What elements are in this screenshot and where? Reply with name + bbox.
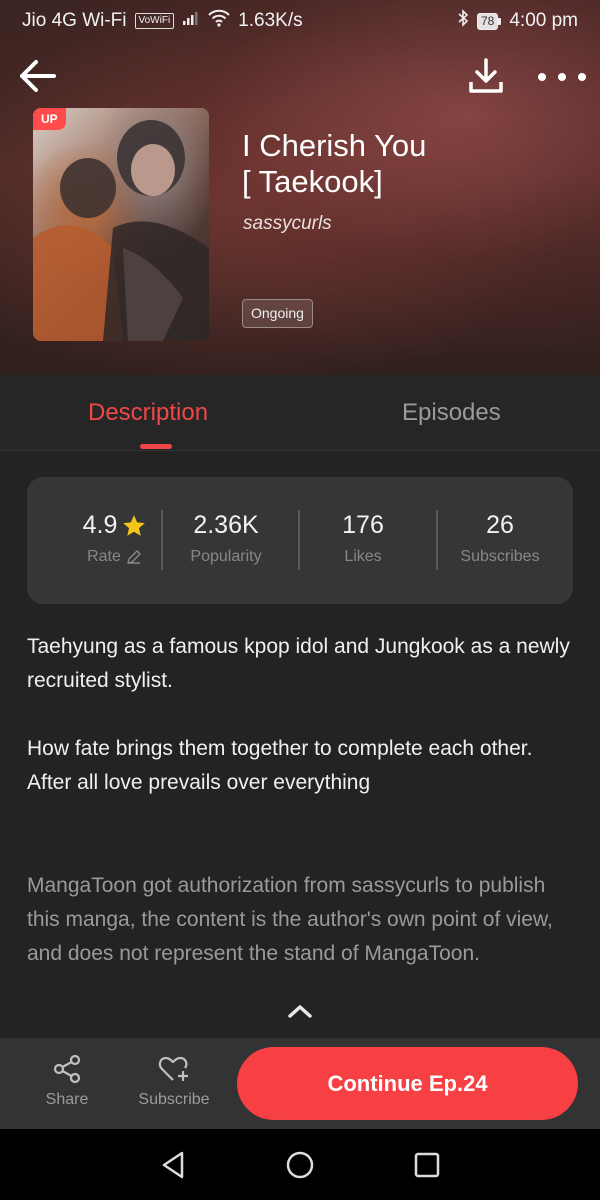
description-paragraph: Taehyung as a famous kpop idol and Jungk… [27,635,570,692]
description-paragraph: How fate brings them together to complet… [27,737,533,760]
star-icon [123,514,146,536]
update-badge: UP [33,108,66,130]
tab-episodes[interactable]: Episodes [402,399,501,427]
triangle-back-icon [162,1151,184,1179]
top-bar [0,52,600,102]
vowifi-badge: VoWiFi [134,13,175,29]
more-dot-icon [578,73,586,81]
stat-popularity: 2.36K Popularity [158,511,294,566]
status-bar: Jio 4G Wi-Fi VoWiFi 1.63K/s 78 4:00 pm [0,0,600,42]
back-button[interactable] [18,54,58,98]
nav-recents-button[interactable] [407,1147,447,1183]
subscribe-label: Subscribe [138,1091,210,1108]
share-button[interactable]: Share [34,1053,100,1109]
system-nav-bar [0,1129,600,1200]
more-dot-icon [538,73,546,81]
authorization-disclaimer: MangaToon got authorization from sassycu… [27,874,553,965]
square-recents-icon [414,1152,440,1178]
carrier-label: Jio 4G Wi-Fi [22,10,127,31]
popularity-value: 2.36K [193,511,259,539]
likes-value: 176 [342,511,384,539]
circle-home-icon [286,1151,314,1179]
status-left: Jio 4G Wi-Fi VoWiFi 1.63K/s [22,9,303,33]
battery-level: 78 [476,12,499,30]
signal-icon [182,10,200,32]
author-name[interactable]: sassycurls [243,213,332,235]
more-dot-icon [558,73,566,81]
stat-likes: 176 Likes [295,511,431,566]
network-speed: 1.63K/s [238,10,303,31]
rate-value: 4.9 [82,511,118,539]
book-title: I Cherish You [ Taekook] [242,128,572,200]
active-tab-indicator [140,444,172,449]
book-title-line1: I Cherish You [242,128,427,163]
share-label: Share [45,1091,89,1108]
edit-pencil-icon[interactable] [125,548,143,566]
battery-icon: 78 [476,12,502,30]
popularity-label: Popularity [190,548,262,565]
wifi-icon [208,9,230,33]
download-icon [469,58,503,93]
stat-subscribes: 26 Subscribes [432,511,568,566]
tab-bar: Description Episodes [0,375,600,451]
continue-reading-button[interactable]: Continue Ep.24 [237,1047,578,1120]
nav-home-button[interactable] [280,1147,320,1183]
chevron-up-icon [288,1005,312,1018]
cover-image[interactable] [33,108,209,341]
description-text: Taehyung as a famous kpop idol and Jungk… [27,630,577,800]
rate-label: Rate [87,548,121,565]
status-right: 78 4:00 pm [457,9,578,33]
subscribes-label: Subscribes [460,548,540,565]
tab-description[interactable]: Description [88,399,208,427]
clock: 4:00 pm [509,10,578,31]
book-title-line2: [ Taekook] [242,164,383,199]
more-options-button[interactable] [538,62,586,92]
share-icon [53,1054,81,1084]
heart-plus-icon [158,1056,188,1081]
description-paragraph: After all love prevails over everything [27,771,371,794]
subscribe-button[interactable]: Subscribe [132,1053,216,1109]
status-badge: Ongoing [242,299,313,328]
collapse-button[interactable] [284,1000,316,1024]
cover-artwork [33,120,209,341]
download-button[interactable] [466,56,506,98]
subscribes-value: 26 [486,511,514,539]
book-header: Jio 4G Wi-Fi VoWiFi 1.63K/s 78 4:00 pm U… [0,0,600,375]
stats-card: 4.9 Rate 2.36K Popularity 176 Likes 26 S… [27,477,573,604]
likes-label: Likes [344,548,382,565]
nav-back-button[interactable] [154,1147,194,1183]
bluetooth-icon [457,9,469,33]
bottom-action-bar: Share Subscribe Continue Ep.24 [0,1038,600,1129]
back-arrow-icon [20,60,56,92]
description-panel: 4.9 Rate 2.36K Popularity 176 Likes 26 S… [0,452,600,1038]
